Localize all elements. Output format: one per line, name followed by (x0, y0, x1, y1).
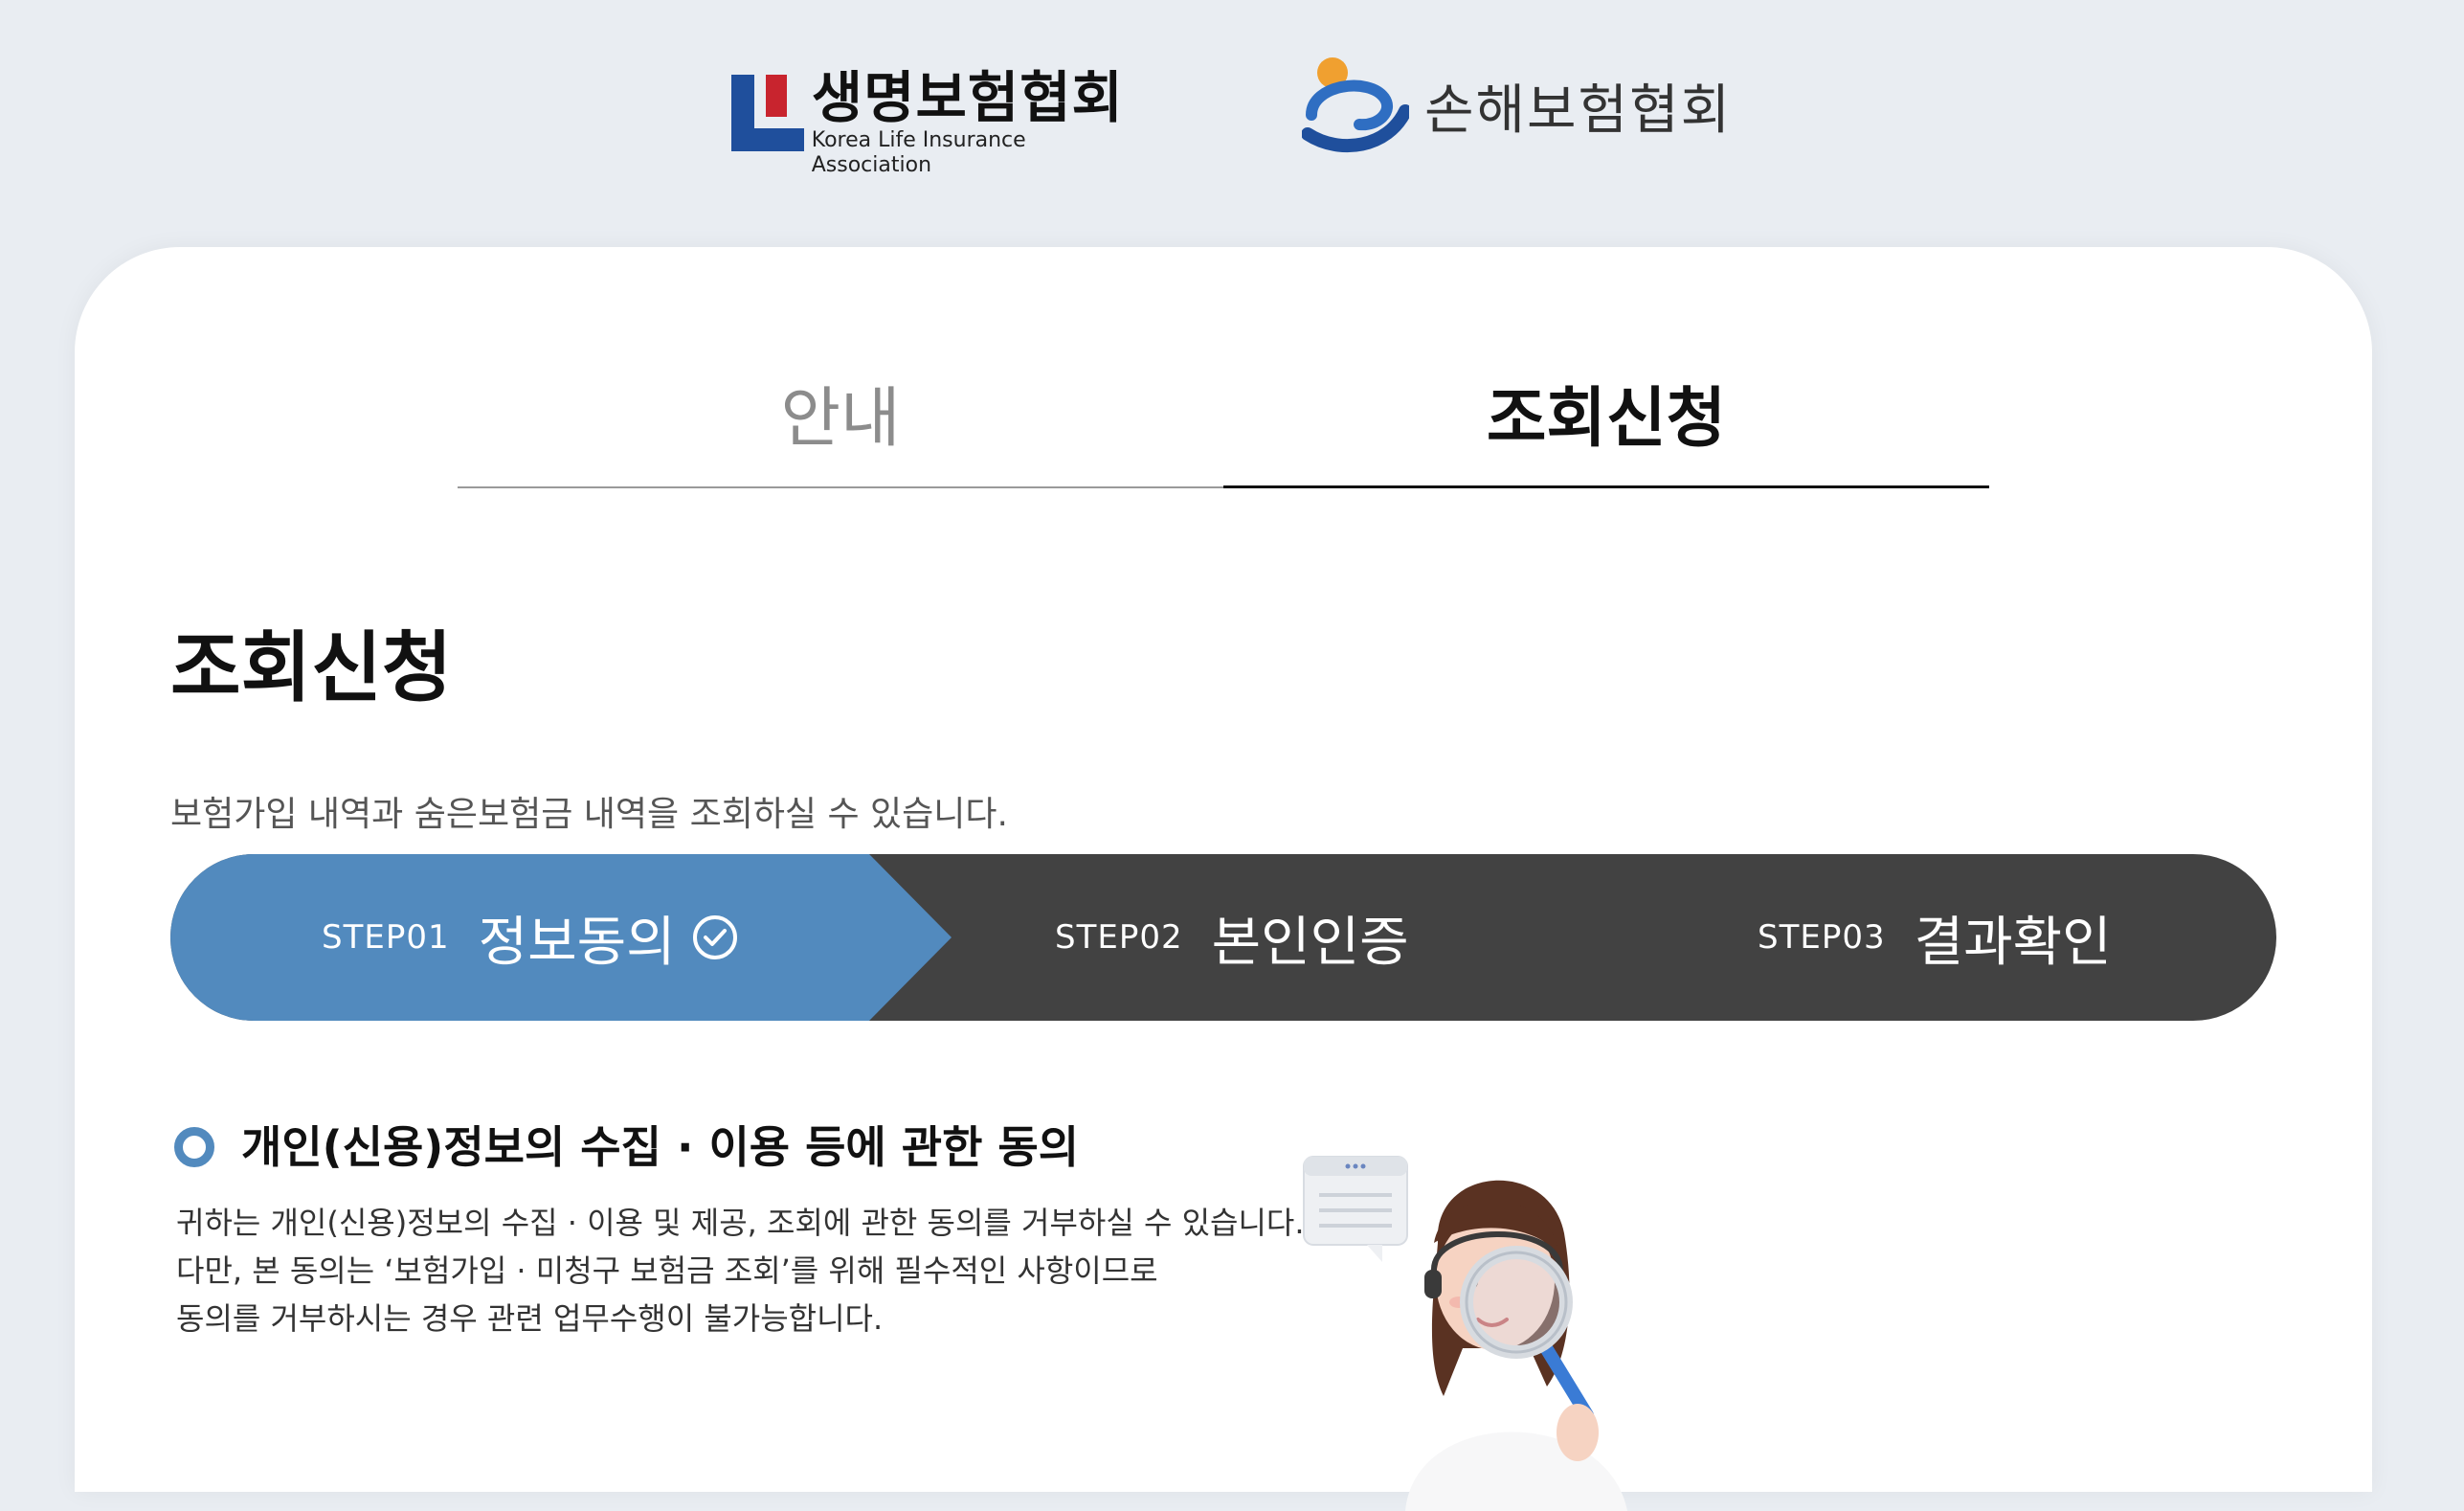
life-insurance-association-logo[interactable]: 생명보험협회 Korea Life Insurance Association (731, 65, 1133, 177)
tab-bar: 안내 조회신청 (458, 372, 1989, 488)
step-2-name: 본인인증 (1211, 911, 1409, 974)
general-insurance-association-logo[interactable]: 손해보험협회 (1302, 56, 1733, 155)
life-insurance-logo-mark-icon (731, 67, 804, 151)
consent-text-line: 동의를 거부하시는 경우 관련 업무수행이 불가능합니다. (176, 1300, 884, 1337)
step-2: STEP02 본인인증 (1055, 854, 1409, 1021)
step-3-name: 결과확인 (1914, 911, 2112, 974)
step-1-label: STEP01 (322, 918, 450, 957)
radio-bullet-icon (174, 1127, 214, 1167)
magnifier-icon (1460, 1246, 1599, 1461)
step-3-label: STEP03 (1758, 918, 1886, 957)
step-3: STEP03 결과확인 (1758, 854, 2112, 1021)
step-2-label: STEP02 (1055, 918, 1183, 957)
general-logo-korean-text: 손해보험협회 (1424, 79, 1733, 142)
life-logo-english-text: Korea Life Insurance Association (811, 128, 1026, 177)
chat-bubble-icon (1303, 1156, 1408, 1262)
step-1: STEP01 정보동의 (322, 854, 739, 1021)
consent-section-header: 개인(신용)정보의 수집 · 이용 등에 관한 동의 (174, 1118, 1079, 1176)
step-1-name: 정보동의 (478, 911, 676, 974)
consultant-illustration (1303, 1156, 1627, 1511)
general-insurance-logo-mark-icon (1302, 57, 1409, 152)
life-logo-korean-text: 생명보험협회 (811, 65, 1124, 130)
step-progress-bar: STEP01 정보동의 STEP02 본인인증 STEP03 결과확인 (170, 854, 2276, 1021)
page-description: 보험가입 내역과 숨은보험금 내역을 조회하실 수 있습니다. (170, 795, 1008, 834)
consent-section-body: 귀하는 개인(신용)정보의 수집 · 이용 및 제공, 조회에 관한 동의를 거… (176, 1199, 1354, 1342)
consent-section-title: 개인(신용)정보의 수집 · 이용 등에 관한 동의 (241, 1121, 1080, 1173)
tab-inquiry-request[interactable]: 조회신청 (1223, 372, 1989, 488)
main-card: 안내 조회신청 조회신청 보험가입 내역과 숨은보험금 내역을 조회하실 수 있… (75, 247, 2372, 1511)
check-circle-icon (692, 915, 737, 959)
consent-text-line: 귀하는 개인(신용)정보의 수집 · 이용 및 제공, 조회에 관한 동의를 거… (176, 1205, 1305, 1241)
tab-guide[interactable]: 안내 (458, 372, 1223, 488)
consent-text-line: 다만, 본 동의는 ‘보험가입 · 미청구 보험금 조회’를 위해 필수적인 사… (176, 1252, 1158, 1289)
page-title: 조회신청 (170, 623, 453, 712)
